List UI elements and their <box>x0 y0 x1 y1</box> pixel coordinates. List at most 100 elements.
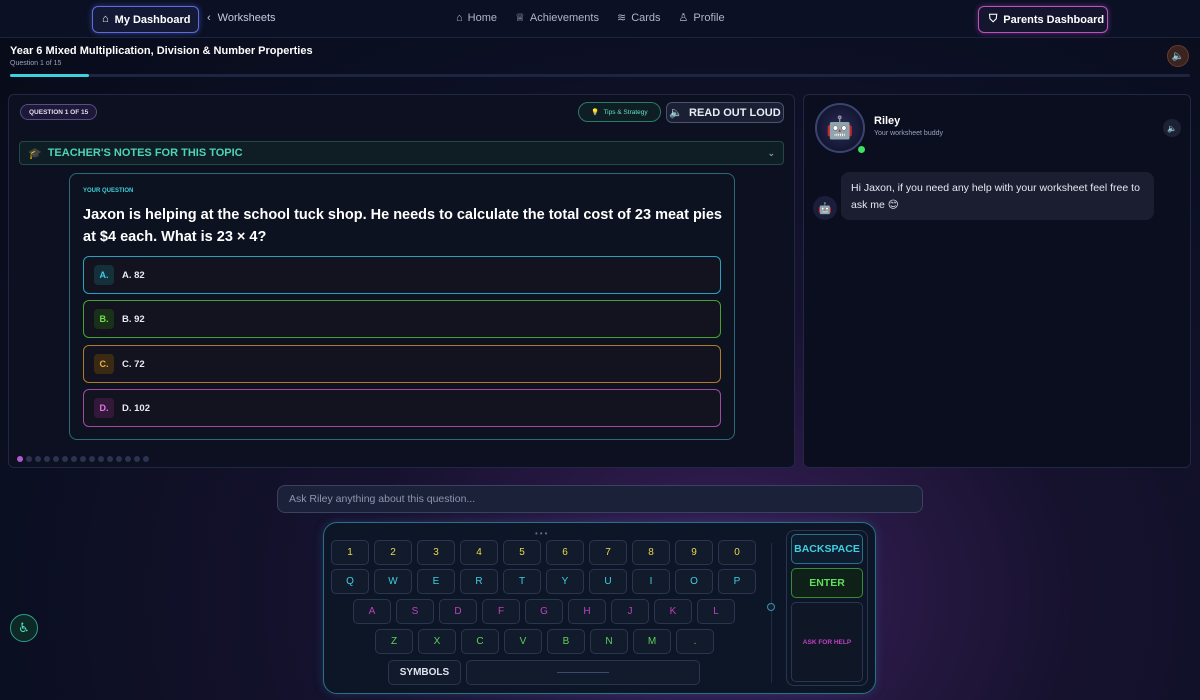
question-dot[interactable] <box>53 456 59 462</box>
key-period[interactable]: . <box>676 629 714 654</box>
key-i[interactable]: I <box>632 569 670 594</box>
progress-bar <box>10 74 1190 77</box>
question-dot[interactable] <box>98 456 104 462</box>
key-a[interactable]: A <box>353 599 391 624</box>
key-m[interactable]: M <box>633 629 671 654</box>
speaker-icon: 🔈 <box>669 107 684 119</box>
key-q[interactable]: Q <box>331 569 369 594</box>
ask-riley-input[interactable]: Ask Riley anything about this question..… <box>277 485 923 513</box>
key-3[interactable]: 3 <box>417 540 455 565</box>
key-j[interactable]: J <box>611 599 649 624</box>
key-0[interactable]: 0 <box>718 540 756 565</box>
worksheets-label: Worksheets <box>217 12 276 24</box>
answer-option-d[interactable]: D. D. 102 <box>83 389 721 427</box>
question-dot[interactable] <box>89 456 95 462</box>
user-icon: ♙ <box>678 11 689 24</box>
key-8[interactable]: 8 <box>632 540 670 565</box>
key-4[interactable]: 4 <box>460 540 498 565</box>
option-letter: B. <box>94 309 114 329</box>
question-dot[interactable] <box>125 456 131 462</box>
key-1[interactable]: 1 <box>331 540 369 565</box>
key-p[interactable]: P <box>718 569 756 594</box>
question-text: Jaxon is helping at the school tuck shop… <box>83 207 722 245</box>
answer-option-b[interactable]: B. B. 92 <box>83 300 721 338</box>
key-f[interactable]: F <box>482 599 520 624</box>
symbols-key[interactable]: SYMBOLS <box>388 660 461 685</box>
option-letter: A. <box>94 265 114 285</box>
tips-strategy-button[interactable]: 💡 Tips & Strategy <box>578 102 661 122</box>
trophy-icon: ♕ <box>515 11 525 24</box>
key-d[interactable]: D <box>439 599 477 624</box>
slider-knob[interactable] <box>767 603 775 611</box>
chevron-down-icon: ⌄ <box>767 148 775 158</box>
robot-icon: 🤖 <box>818 202 832 215</box>
buddy-sound-button[interactable]: 🔈 <box>1163 119 1181 137</box>
key-5[interactable]: 5 <box>503 540 541 565</box>
key-n[interactable]: N <box>590 629 628 654</box>
nav-achievements[interactable]: ♕ Achievements <box>515 12 599 24</box>
key-e[interactable]: E <box>417 569 455 594</box>
key-9[interactable]: 9 <box>675 540 713 565</box>
layers-icon: ≋ <box>616 11 627 24</box>
space-key[interactable] <box>466 660 700 685</box>
question-dot[interactable] <box>116 456 122 462</box>
key-h[interactable]: H <box>568 599 606 624</box>
accessibility-button[interactable]: ♿ <box>10 614 38 642</box>
question-dot[interactable] <box>134 456 140 462</box>
question-dot[interactable] <box>62 456 68 462</box>
key-v[interactable]: V <box>504 629 542 654</box>
key-c[interactable]: C <box>461 629 499 654</box>
nav-home[interactable]: ⌂ Home <box>456 12 497 24</box>
speaker-icon: 🔈 <box>1171 50 1185 62</box>
nav-cards[interactable]: ≋ Cards <box>617 12 661 24</box>
key-6[interactable]: 6 <box>546 540 584 565</box>
key-k[interactable]: K <box>654 599 692 624</box>
key-o[interactable]: O <box>675 569 713 594</box>
key-w[interactable]: W <box>374 569 412 594</box>
nav-profile[interactable]: ♙ Profile <box>679 12 725 24</box>
teacher-notes-toggle[interactable]: 🎓 TEACHER'S NOTES FOR THIS TOPIC ⌄ <box>19 141 784 165</box>
speaker-icon: 🔈 <box>1167 123 1177 133</box>
answer-option-c[interactable]: C. C. 72 <box>83 345 721 383</box>
question-dot[interactable] <box>17 456 23 462</box>
question-dot[interactable] <box>143 456 149 462</box>
key-b[interactable]: B <box>547 629 585 654</box>
lightbulb-icon: 💡 <box>591 109 600 116</box>
key-r[interactable]: R <box>460 569 498 594</box>
option-text: A. 82 <box>122 269 145 281</box>
question-dot[interactable] <box>35 456 41 462</box>
key-g[interactable]: G <box>525 599 563 624</box>
enter-key[interactable]: ENTER <box>791 568 863 598</box>
key-7[interactable]: 7 <box>589 540 627 565</box>
key-t[interactable]: T <box>503 569 541 594</box>
ask-for-help-key[interactable]: ASK FOR HELP <box>791 602 863 682</box>
key-s[interactable]: S <box>396 599 434 624</box>
riley-avatar: 🤖 <box>815 103 865 153</box>
buddy-name: Riley <box>874 115 901 127</box>
nav-home-label: Home <box>467 12 497 24</box>
nav-achievements-label: Achievements <box>529 12 599 24</box>
drag-handle[interactable]: ••• <box>535 529 549 538</box>
worksheets-back-link[interactable]: ‹ Worksheets <box>207 12 276 24</box>
question-dot[interactable] <box>107 456 113 462</box>
nav-profile-label: Profile <box>693 12 725 24</box>
question-dot[interactable] <box>80 456 86 462</box>
parents-dashboard-button[interactable]: ⛉ Parents Dashboard <box>978 6 1108 33</box>
question-dot[interactable] <box>71 456 77 462</box>
key-l[interactable]: L <box>697 599 735 624</box>
question-dot[interactable] <box>44 456 50 462</box>
robot-icon: 🤖 <box>826 115 854 140</box>
read-out-loud-button[interactable]: 🔈 READ OUT LOUD <box>666 102 784 123</box>
home-icon: ⌂ <box>102 13 109 25</box>
key-y[interactable]: Y <box>546 569 584 594</box>
my-dashboard-button[interactable]: ⌂ My Dashboard <box>92 6 199 33</box>
answer-option-a[interactable]: A. A. 82 <box>83 256 721 294</box>
backspace-key[interactable]: BACKSPACE <box>791 534 863 564</box>
key-z[interactable]: Z <box>375 629 413 654</box>
main-nav: ⌂ Home ♕ Achievements ≋ Cards ♙ Profile <box>456 12 725 24</box>
question-dot[interactable] <box>26 456 32 462</box>
key-u[interactable]: U <box>589 569 627 594</box>
key-2[interactable]: 2 <box>374 540 412 565</box>
sound-toggle-button[interactable]: 🔈 <box>1167 45 1189 67</box>
key-x[interactable]: X <box>418 629 456 654</box>
